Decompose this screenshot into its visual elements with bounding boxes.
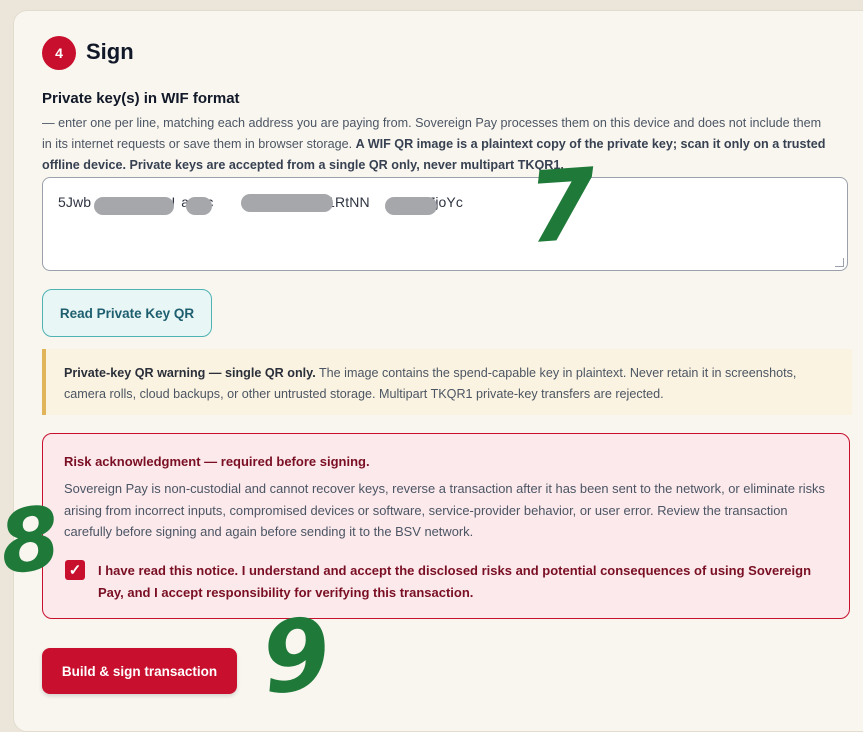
read-private-key-qr-button[interactable]: Read Private Key QR bbox=[42, 289, 212, 337]
checkmark-icon: ✓ bbox=[68, 562, 82, 579]
risk-ack-checkbox[interactable]: ✓ bbox=[65, 560, 85, 580]
annotation-nine: 9 bbox=[256, 596, 336, 718]
redaction-mark bbox=[94, 197, 174, 215]
private-key-textarea[interactable]: 5Jwb7UaSncAR1RtNN297joYc bbox=[42, 177, 848, 271]
step-title: Sign bbox=[86, 39, 134, 64]
qr-warning-callout: Private-key QR warning — single QR only.… bbox=[42, 349, 852, 415]
private-key-help: — enter one per line, matching each addr… bbox=[42, 113, 832, 176]
step-number-badge: 4 bbox=[42, 36, 76, 70]
risk-ack-label[interactable]: I have read this notice. I understand an… bbox=[98, 560, 838, 603]
key-segment: 5Jwb bbox=[58, 194, 92, 210]
annotation-seven: 7 bbox=[524, 147, 601, 267]
risk-title: Risk acknowledgment — required before si… bbox=[64, 454, 370, 469]
build-sign-transaction-button[interactable]: Build & sign transaction bbox=[42, 648, 237, 694]
risk-body: Sovereign Pay is non-custodial and canno… bbox=[64, 481, 825, 539]
risk-acknowledgment-panel: Risk acknowledgment — required before si… bbox=[42, 433, 850, 619]
redaction-mark bbox=[241, 194, 333, 212]
qr-warning-title: Private-key QR warning — single QR only. bbox=[64, 366, 316, 380]
redaction-mark bbox=[385, 197, 437, 215]
resize-handle[interactable] bbox=[835, 258, 844, 267]
private-key-label: Private key(s) in WIF format bbox=[42, 90, 240, 107]
redaction-mark bbox=[186, 197, 212, 215]
